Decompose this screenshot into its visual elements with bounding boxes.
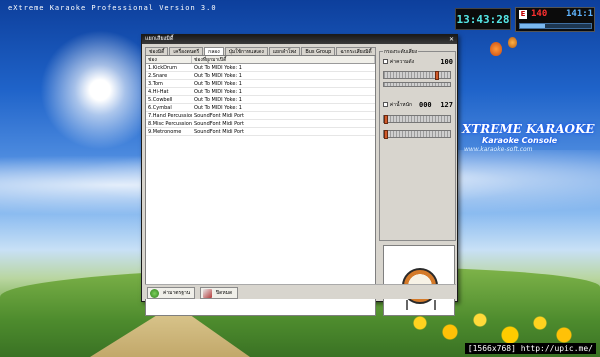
velocity-max-thumb[interactable]	[384, 130, 388, 139]
volume-slider[interactable]	[383, 71, 451, 80]
close-all-icon	[203, 289, 212, 298]
tab-speaker-split[interactable]: แยกลำโพง	[268, 47, 301, 55]
tab-bar: ช่องมิดี้ เครื่องดนตรี กลอง ปุ่มใช้กาหแส…	[145, 47, 377, 55]
default-button-label: ค่ามาตรฐาน	[163, 290, 191, 296]
table-row[interactable]: 9.Metronome SoundFont Midi Port	[146, 128, 375, 136]
cell-name: 7.Hand Percussion	[148, 113, 192, 119]
column-header[interactable]: ช่องที่ผูกมาเปิดี้	[192, 56, 375, 63]
velocity-min-thumb[interactable]	[384, 115, 388, 124]
cell-port: Out To MIDI Yoke: 1	[194, 65, 242, 71]
volume-checkbox[interactable]	[383, 59, 388, 64]
level-panel: กรองระดับเสียง ค่าความดัง 100 ค่าน้ำหนัก…	[379, 45, 456, 316]
cell-port: SoundFont Midi Port	[194, 113, 244, 119]
tab-instrument[interactable]: เครื่องดนตรี	[169, 47, 204, 55]
cell-port: SoundFont Midi Port	[194, 121, 244, 127]
drum-leg	[434, 300, 436, 310]
drum-preview	[383, 245, 455, 316]
velocity-min-slider[interactable]	[383, 115, 451, 124]
cell-port: Out To MIDI Yoke: 1	[194, 89, 242, 95]
bpm-display: 140	[531, 9, 548, 19]
velocity-max-value: 127	[440, 101, 453, 109]
progress-fill	[520, 24, 545, 28]
tab-midi-channel[interactable]: ช่องมิดี้	[145, 47, 169, 55]
midi-split-dialog: แยกเสียงมิดี้ ✕ ช่องมิดี้ เครื่องดนตรี ก…	[141, 34, 458, 316]
position-display: 141:1	[566, 9, 594, 19]
velocity-label: ค่าน้ำหนัก	[389, 102, 413, 108]
table-row[interactable]: 3.Tom Out To MIDI Yoke: 1	[146, 80, 375, 88]
dialog-title: แยกเสียงมิดี้	[145, 36, 174, 42]
balloon-icon	[508, 37, 517, 48]
volume-thumb[interactable]	[435, 71, 440, 80]
column-header[interactable]: ช่อง	[146, 56, 192, 63]
volume-row: ค่าความดัง 100	[383, 58, 455, 68]
table-row[interactable]: 5.Cowbell Out To MIDI Yoke: 1	[146, 96, 375, 104]
tab-bus-group[interactable]: Bus Group	[301, 47, 336, 55]
table-row[interactable]: 4.Hi-Hat Out To MIDI Yoke: 1	[146, 88, 375, 96]
cell-port: Out To MIDI Yoke: 1	[194, 81, 242, 87]
cell-port: Out To MIDI Yoke: 1	[194, 73, 242, 79]
tab-drum[interactable]: กลอง	[204, 47, 224, 55]
default-button[interactable]: ค่ามาตรฐาน	[147, 287, 195, 299]
dialog-titlebar[interactable]: แยกเสียงมิดี้ ✕	[142, 35, 457, 44]
tab-midi-scene[interactable]: ฉากระเสียงมิดี้	[336, 47, 376, 55]
cell-name: 5.Cowbell	[148, 97, 173, 103]
cell-name: 4.Hi-Hat	[148, 89, 169, 95]
table-row[interactable]: 2.Snare Out To MIDI Yoke: 1	[146, 72, 375, 80]
velocity-max-slider[interactable]	[383, 130, 451, 139]
app-title: eXtreme Karaoke Professional Version 3.0	[8, 4, 217, 12]
volume-label: ค่าความดัง	[389, 59, 415, 65]
table-row[interactable]: 7.Hand Percussion SoundFont Midi Port	[146, 112, 375, 120]
table-row[interactable]: 8.Misc Percussion SoundFont Midi Port	[146, 120, 375, 128]
level-group: กรองระดับเสียง ค่าความดัง 100 ค่าน้ำหนัก…	[379, 48, 456, 241]
e-badge: E	[519, 10, 527, 19]
cell-name: 9.Metronome	[148, 129, 182, 135]
clock-display: 13:43:28	[455, 8, 511, 30]
watermark: [1566x768] http://upic.me/	[464, 343, 596, 354]
brand-name: XTREME KARAOKE	[462, 122, 595, 136]
close-all-button-label: ปิดหมด	[216, 290, 233, 296]
dialog-footer: ค่ามาตรฐาน ปิดหมด	[145, 284, 456, 299]
tab-display-buttons[interactable]: ปุ่มใช้กาหแสเดง	[224, 47, 268, 55]
volume-meter	[383, 82, 451, 87]
table-row[interactable]: 6.Cymbal Out To MIDI Yoke: 1	[146, 104, 375, 112]
table-row[interactable]: 1.KickDrum Out To MIDI Yoke: 1	[146, 64, 375, 72]
velocity-row: ค่าน้ำหนัก 000 127	[383, 101, 455, 111]
drum-leg	[406, 300, 408, 310]
cell-port: Out To MIDI Yoke: 1	[194, 97, 242, 103]
close-icon[interactable]: ✕	[449, 35, 454, 44]
cell-port: SoundFont Midi Port	[194, 129, 244, 135]
table-header: ช่อง ช่องที่ผูกมาเปิดี้	[146, 56, 375, 64]
level-group-label: กรองระดับเสียง	[383, 48, 419, 56]
drum-table: ช่อง ช่องที่ผูกมาเปิดี้ 1.KickDrum Out To…	[145, 55, 376, 316]
cell-port: Out To MIDI Yoke: 1	[194, 105, 242, 111]
velocity-checkbox[interactable]	[383, 102, 388, 107]
velocity-min-value: 000	[419, 101, 432, 109]
balloon-icon	[490, 42, 502, 56]
cell-name: 6.Cymbal	[148, 105, 172, 111]
cell-name: 2.Snare	[148, 73, 168, 79]
cell-name: 1.KickDrum	[148, 65, 178, 71]
progress-bar[interactable]	[519, 23, 592, 29]
close-all-button[interactable]: ปิดหมด	[200, 287, 238, 299]
status-panel: E 140 141:1	[515, 7, 595, 32]
cell-name: 8.Misc Percussion	[148, 121, 192, 127]
refresh-icon	[150, 289, 159, 298]
brand-url: www.karaoke-soft.com	[464, 146, 533, 153]
brand-subtitle: Karaoke Console	[482, 136, 558, 145]
volume-value: 100	[440, 58, 453, 66]
cell-name: 3.Tom	[148, 81, 163, 87]
